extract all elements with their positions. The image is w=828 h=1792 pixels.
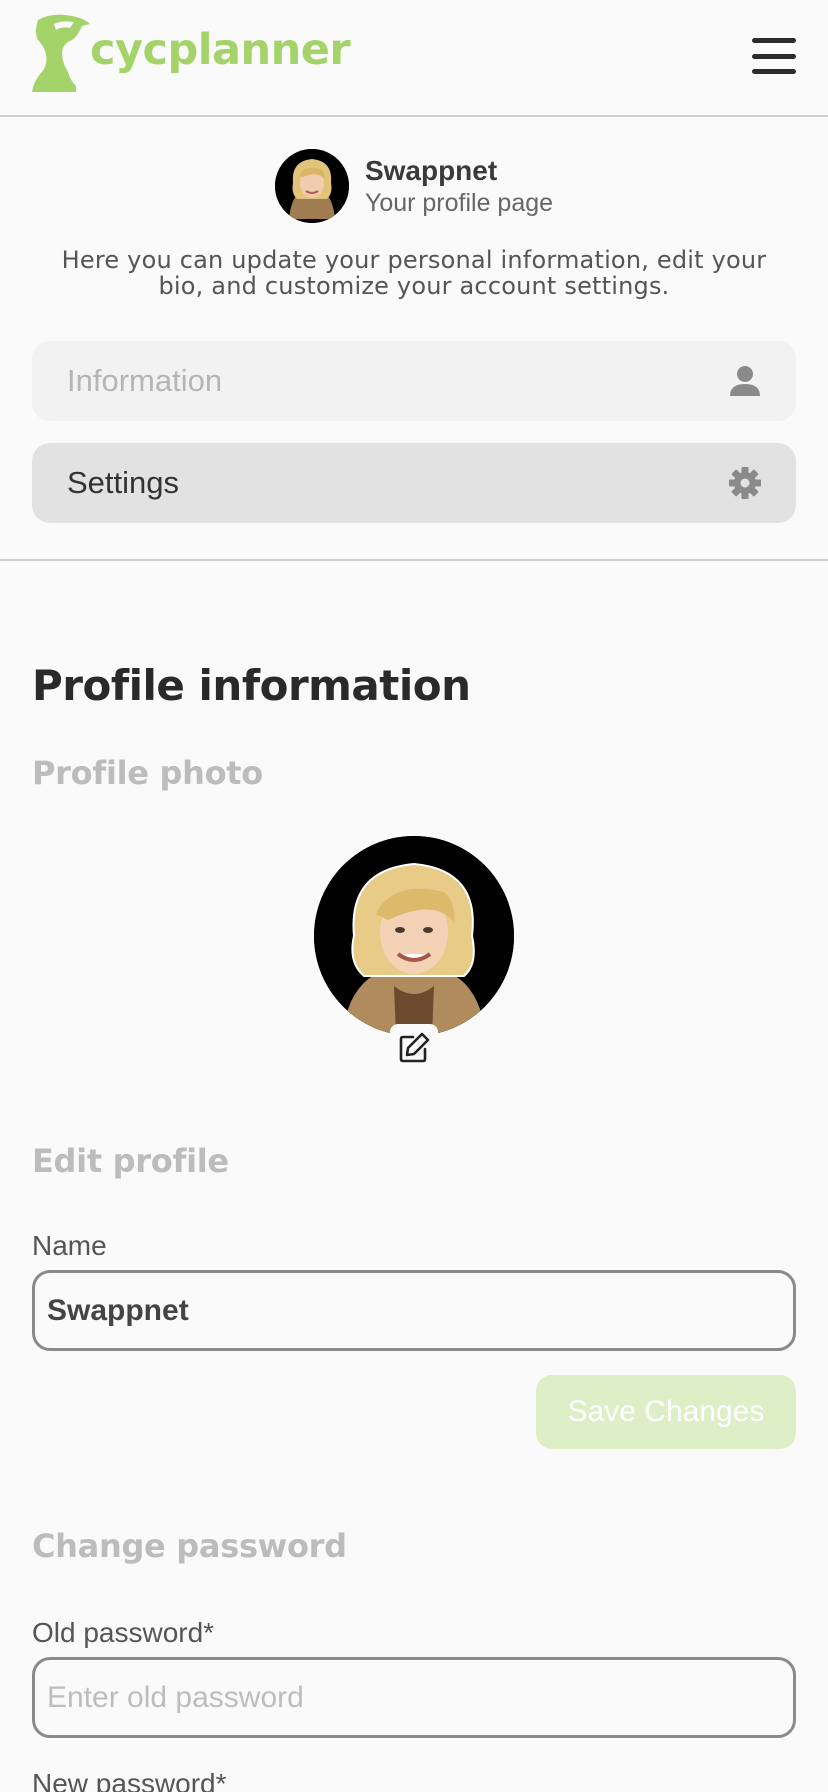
profile-photo-image — [314, 836, 514, 1036]
profile-photo — [314, 836, 514, 1072]
user-row: Swappnet Your profile page — [0, 149, 828, 223]
user-name: Swappnet — [364, 154, 498, 186]
profile-information-section: Profile information Profile photo Edit p… — [0, 561, 828, 1792]
edit-photo-button[interactable] — [390, 1024, 438, 1072]
new-password-label: New password* — [32, 1768, 227, 1792]
tab-settings[interactable]: Settings — [32, 443, 796, 523]
edit-icon — [399, 1032, 430, 1063]
name-field-wrapper — [32, 1270, 796, 1351]
page-title: Profile information — [32, 661, 471, 710]
tab-information[interactable]: Information — [32, 341, 796, 421]
gear-icon — [729, 467, 761, 499]
name-label: Name — [32, 1230, 107, 1261]
profile-intro-text: Here you can update your personal inform… — [61, 246, 767, 300]
old-password-field-wrapper — [32, 1657, 796, 1738]
old-password-label: Old password* — [32, 1617, 215, 1648]
user-icon — [730, 366, 760, 396]
hamburger-icon-bar — [752, 69, 796, 74]
tab-settings-label: Settings — [67, 465, 180, 500]
avatar-image — [274, 149, 349, 223]
old-password-field[interactable] — [47, 1680, 781, 1715]
cycplanner-logo[interactable]: cycplanner — [32, 14, 351, 92]
logo-text: cycplanner — [90, 25, 351, 75]
name-field[interactable] — [47, 1293, 781, 1328]
edit-profile-heading: Edit profile — [32, 1142, 229, 1180]
hamburger-icon-bar — [752, 53, 796, 59]
hamburger-icon-bar — [752, 38, 796, 43]
save-changes-button[interactable]: Save Changes — [536, 1375, 796, 1449]
profile-photo-heading: Profile photo — [32, 754, 263, 792]
top-header: cycplanner — [0, 0, 828, 117]
avatar — [274, 149, 349, 223]
profile-tabs: Information Settings — [0, 299, 828, 523]
hamburger-menu-button[interactable] — [752, 36, 796, 76]
tab-information-label: Information — [67, 363, 223, 398]
profile-summary: Swappnet Your profile page Here you can … — [0, 117, 828, 299]
profile-subtitle: Your profile page — [364, 188, 554, 217]
logo-icon — [32, 14, 90, 92]
change-password-heading: Change password — [32, 1527, 347, 1565]
